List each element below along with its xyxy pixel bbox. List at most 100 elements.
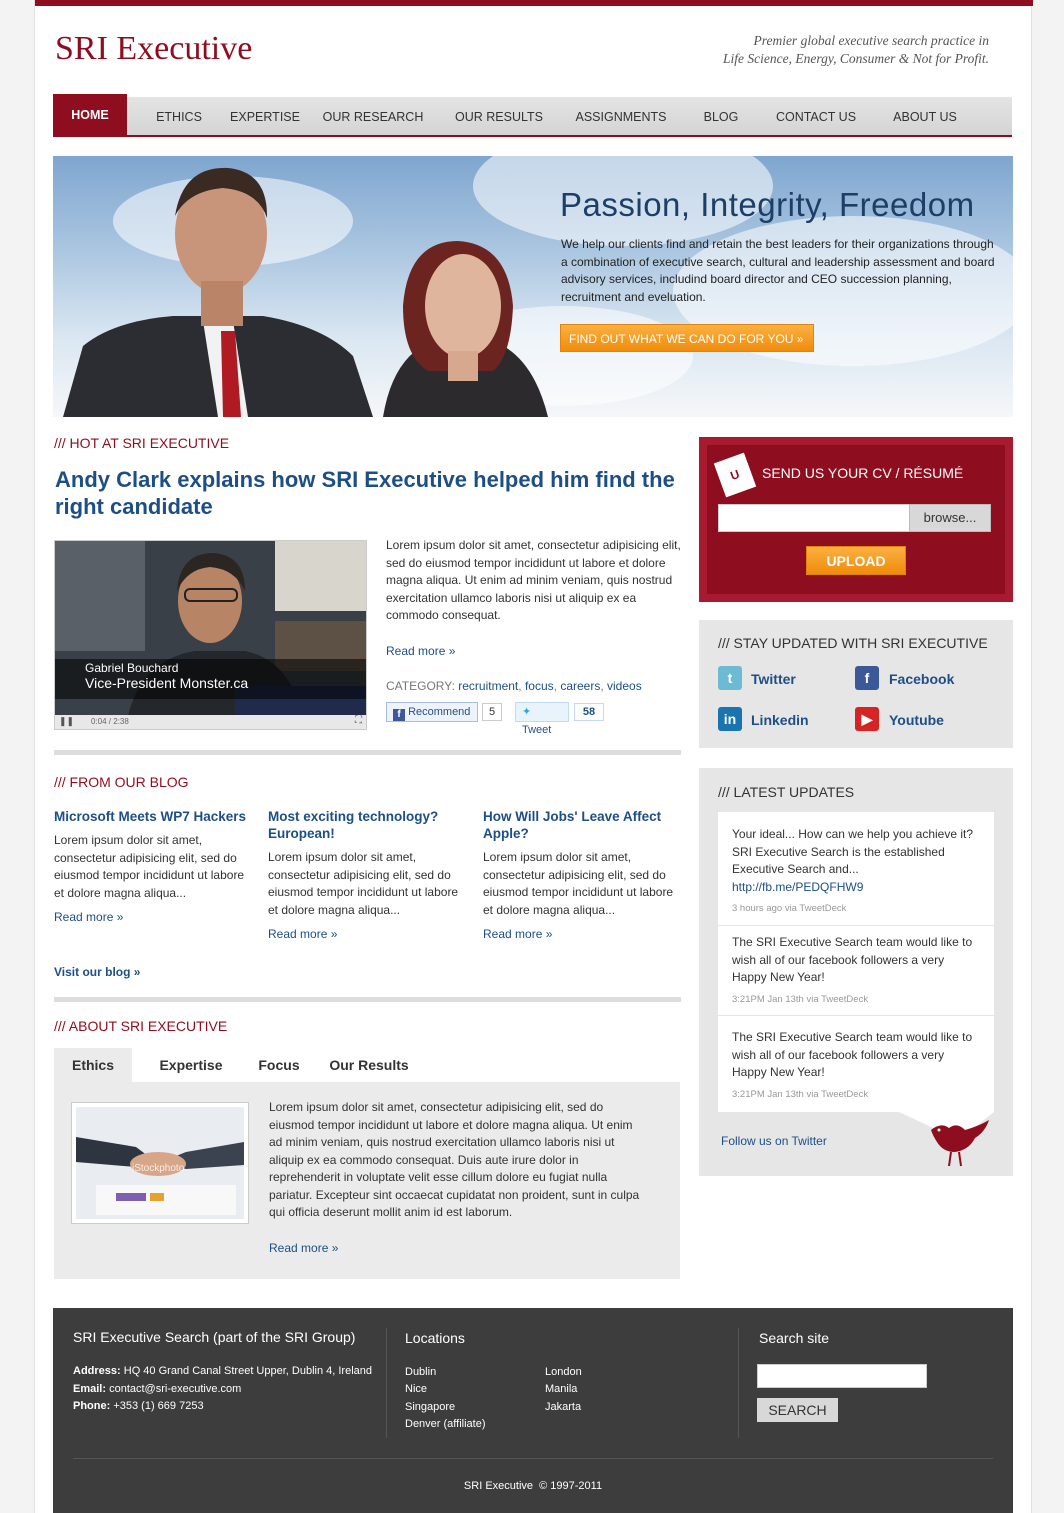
hero-text: We help our clients find and retain the …: [561, 237, 995, 304]
stay-updated-heading: /// STAY UPDATED WITH SRI EXECUTIVE: [718, 635, 988, 651]
category-line: CATEGORY: recruitment, focus, careers, v…: [386, 679, 642, 693]
upload-button[interactable]: UPLOAD: [806, 546, 906, 575]
category-link[interactable]: recruitment: [458, 679, 518, 693]
nav-blog[interactable]: BLOG: [697, 97, 745, 135]
hero-banner: Passion, Integrity, Freedom We help our …: [53, 156, 1013, 417]
nav-assignments[interactable]: ASSIGNMENTS: [573, 97, 669, 135]
email-value[interactable]: contact@sri-executive.com: [109, 1383, 241, 1395]
tagline-line-2: Life Science, Energy, Consumer & Not for…: [723, 51, 989, 66]
tweet-item: Your ideal... How can we help you achiev…: [732, 826, 982, 918]
site-logo[interactable]: SRI Executive: [55, 30, 252, 68]
search-button[interactable]: SEARCH: [757, 1398, 838, 1422]
linkedin-link[interactable]: Linkedin: [751, 712, 809, 728]
video-controls[interactable]: ❚❚ 0:04 / 2:38 ⛶: [55, 715, 366, 729]
stay-updated-box: /// STAY UPDATED WITH SRI EXECUTIVE t Tw…: [699, 620, 1013, 748]
tweet-link[interactable]: http://fb.me/PEDQFHW9: [732, 880, 863, 894]
category-link[interactable]: focus: [525, 679, 554, 693]
blog-read-more[interactable]: Read more »: [268, 927, 468, 941]
browse-button[interactable]: browse...: [909, 504, 991, 532]
tweet-text: The SRI Executive Search team would like…: [732, 935, 973, 984]
tweet-meta: 3:21PM Jan 13th via TweetDeck: [732, 1088, 869, 1100]
nav-our-results[interactable]: OUR RESULTS: [449, 97, 549, 135]
blog-heading: /// FROM OUR BLOG: [54, 774, 189, 790]
video-person-name: Gabriel Bouchard: [85, 661, 179, 675]
phone-label: Phone:: [73, 1400, 111, 1412]
tagline-line-1: Premier global executive search practice…: [753, 33, 989, 48]
footer-separator: [386, 1328, 387, 1438]
tweet-count: 58: [574, 703, 604, 721]
about-heading: /// ABOUT SRI EXECUTIVE: [54, 1018, 228, 1034]
tweet-divider: [718, 1015, 994, 1016]
video-player[interactable]: Gabriel Bouchard Vice-President Monster.…: [54, 540, 367, 730]
nav-contact-us[interactable]: CONTACT US: [771, 97, 861, 135]
pause-icon[interactable]: ❚❚: [59, 716, 74, 727]
tab-focus[interactable]: Focus: [249, 1048, 309, 1082]
cv-upload-box: U SEND US YOUR CV / RÉSUMÉ browse... UPL…: [699, 437, 1013, 602]
image-watermark: iStockphoto: [132, 1163, 185, 1174]
blog-read-more[interactable]: Read more »: [54, 910, 254, 924]
about-tab-panel: iStockphoto Lorem ipsum dolor sit amet, …: [54, 1082, 680, 1279]
footer: SRI Executive Search (part of the SRI Gr…: [53, 1308, 1013, 1513]
twitter-bird-icon: ✦: [522, 706, 532, 718]
tweet-label: Tweet: [522, 724, 552, 736]
blog-post-excerpt: Lorem ipsum dolor sit amet, consectetur …: [483, 850, 674, 917]
tweet-text: The SRI Executive Search team would like…: [732, 1030, 973, 1079]
nav-our-research[interactable]: OUR RESEARCH: [321, 97, 425, 135]
facebook-recommend-button[interactable]: f Recommend: [386, 702, 478, 722]
blog-post-title[interactable]: Microsoft Meets WP7 Hackers: [54, 808, 254, 825]
nav-ethics[interactable]: ETHICS: [143, 97, 215, 135]
about-read-more[interactable]: Read more »: [269, 1240, 649, 1258]
recommend-label: Recommend: [408, 706, 471, 718]
nav-home[interactable]: HOME: [53, 94, 127, 135]
twitter-icon[interactable]: t: [718, 666, 742, 690]
tweet-list: Your ideal... How can we help you achiev…: [718, 812, 994, 1112]
blog-post-title[interactable]: How Will Jobs' Leave Affect Apple?: [483, 808, 683, 842]
twitter-link[interactable]: Twitter: [751, 671, 796, 687]
business-people-photo: [63, 167, 548, 417]
blog-post-excerpt: Lorem ipsum dolor sit amet, consectetur …: [268, 850, 459, 917]
linkedin-icon[interactable]: in: [718, 707, 742, 731]
blog-read-more[interactable]: Read more »: [483, 927, 683, 941]
footer-company: SRI Executive Search (part of the SRI Gr…: [73, 1329, 356, 1345]
location-item: Dublin: [405, 1366, 437, 1378]
blog-post-title[interactable]: Most exciting technology? European!: [268, 808, 468, 842]
follow-twitter-link[interactable]: Follow us on Twitter: [721, 1134, 827, 1148]
location-item: Jakarta: [545, 1401, 582, 1413]
facebook-link[interactable]: Facebook: [889, 671, 954, 687]
tab-our-results[interactable]: Our Results: [324, 1048, 414, 1082]
category-link[interactable]: videos: [607, 679, 642, 693]
locations-heading: Locations: [405, 1330, 465, 1346]
blog-post: How Will Jobs' Leave Affect Apple? Lorem…: [483, 808, 683, 941]
location-item: Singapore: [405, 1401, 456, 1413]
section-divider: [54, 750, 681, 755]
bird-icon: [931, 1120, 989, 1167]
youtube-link[interactable]: Youtube: [889, 712, 944, 728]
cv-file-input[interactable]: [718, 504, 910, 532]
fullscreen-icon[interactable]: ⛶: [355, 715, 362, 726]
location-item: Denver (affiliate): [405, 1418, 486, 1430]
feature-read-more[interactable]: Read more »: [386, 643, 681, 661]
tweet-divider: [718, 925, 994, 926]
video-person-role: Vice-President Monster.ca: [85, 675, 249, 691]
youtube-icon[interactable]: ▶: [855, 707, 879, 731]
facebook-icon[interactable]: f: [855, 666, 879, 690]
tab-expertise[interactable]: Expertise: [149, 1048, 233, 1082]
location-item: London: [545, 1366, 582, 1378]
about-body: Lorem ipsum dolor sit amet, consectetur …: [269, 1100, 640, 1219]
nav-about-us[interactable]: ABOUT US: [885, 97, 965, 135]
video-thumbnail: [55, 541, 366, 729]
feature-title[interactable]: Andy Clark explains how SRI Executive he…: [55, 466, 675, 520]
tweet-button[interactable]: ✦ Tweet: [515, 702, 569, 736]
tweet-item: The SRI Executive Search team would like…: [732, 934, 982, 1008]
document-icon: U: [713, 452, 757, 498]
visit-blog-link[interactable]: Visit our blog »: [54, 965, 140, 979]
hot-heading: /// HOT AT SRI EXECUTIVE: [54, 435, 230, 451]
hero-cta-button[interactable]: FIND OUT WHAT WE CAN DO FOR YOU »: [560, 324, 814, 352]
tab-ethics[interactable]: Ethics: [54, 1048, 132, 1082]
category-link[interactable]: careers: [560, 679, 600, 693]
nav-expertise[interactable]: EXPERTISE: [225, 97, 305, 135]
search-input[interactable]: [757, 1364, 927, 1388]
location-item: Manila: [545, 1383, 578, 1395]
facebook-icon: f: [393, 709, 405, 721]
address-label: Address:: [73, 1365, 121, 1377]
